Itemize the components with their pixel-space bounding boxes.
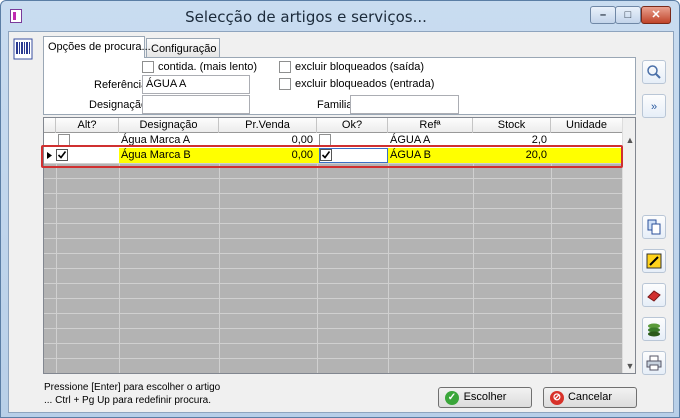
header-unidade[interactable]: Unidade — [551, 118, 622, 133]
maximize-button[interactable]: □ — [615, 6, 641, 24]
copy-icon — [647, 219, 661, 235]
referencia-field[interactable]: ÁGUA A — [142, 75, 250, 94]
excluir-saida-checkbox[interactable] — [279, 61, 291, 73]
current-row-indicator — [44, 148, 56, 163]
grid-row-line — [44, 238, 622, 239]
maximize-icon: □ — [624, 9, 632, 21]
designacao-cell: Água Marca B — [121, 149, 191, 161]
tab-label: Opções de procura... — [48, 41, 151, 53]
grid-row-line — [44, 208, 622, 209]
articles-grid: Alt? Designação Pr.Venda Ok? Refª Stock … — [43, 117, 636, 374]
header-alt[interactable]: Alt? — [56, 118, 119, 133]
status-hint-ctrl: ... Ctrl + Pg Up para redefinir procura. — [44, 395, 212, 406]
search-options-panel: contida. (mais lento) excluir bloqueados… — [43, 57, 636, 115]
escolher-label: Escolher — [463, 391, 507, 403]
stock-cell: 20,0 — [525, 149, 547, 161]
stack-icon — [648, 323, 660, 337]
stack-button[interactable] — [642, 317, 666, 341]
dialog-client: Opções de procura... Configuração contid… — [8, 31, 674, 413]
title-bar: Selecção de artigos e serviços... – □ ✕ — [1, 1, 679, 31]
excluir-entrada-checkbox[interactable] — [279, 78, 291, 90]
eraser-icon — [647, 290, 661, 302]
row-indicator — [44, 133, 56, 148]
grid-row-line — [44, 358, 622, 359]
search-icon — [647, 65, 661, 79]
tab-configuracao[interactable]: Configuração — [146, 38, 220, 58]
alt-checkbox-checked[interactable] — [56, 149, 68, 161]
close-button[interactable]: ✕ — [641, 6, 671, 24]
edit-button[interactable] — [642, 249, 666, 273]
print-button[interactable] — [642, 351, 666, 375]
search-button[interactable] — [642, 60, 666, 84]
cancelar-button[interactable]: ⊘ Cancelar — [543, 387, 637, 408]
window-title: Selecção de artigos e serviços... — [185, 8, 427, 26]
scroll-down-icon[interactable]: ▼ — [623, 359, 635, 373]
grid-row-line — [44, 298, 622, 299]
unidade-cell — [551, 133, 622, 148]
dialog-window: Selecção de artigos e serviços... – □ ✕ … — [0, 0, 680, 418]
edit-icon — [646, 253, 662, 269]
grid-row-line — [44, 313, 622, 314]
barcode-icon — [13, 38, 33, 60]
grid-row-line — [44, 223, 622, 224]
eraser-button[interactable] — [642, 283, 666, 307]
header-ok[interactable]: Ok? — [317, 118, 388, 133]
print-icon — [646, 355, 662, 371]
grid-row-line — [44, 328, 622, 329]
header-pr-venda[interactable]: Pr.Venda — [219, 118, 317, 133]
ok-cell[interactable] — [319, 133, 388, 148]
cancelar-label: Cancelar — [567, 391, 613, 403]
grid-body: Água Marca A 0,00 ÁGUA A 2,0 Água Marca … — [44, 133, 622, 373]
header-indicator-cell — [44, 118, 56, 133]
excluir-entrada-label: excluir bloqueados (entrada) — [295, 78, 435, 90]
scroll-up-icon[interactable]: ▲ — [623, 133, 635, 148]
tab-opcoes-procura[interactable]: Opções de procura... — [43, 36, 151, 58]
header-stock[interactable]: Stock — [473, 118, 551, 133]
unidade-cell — [551, 148, 622, 163]
expand-down-icon: » — [650, 101, 658, 113]
copy-button[interactable] — [642, 215, 666, 239]
familia-label: Familia — [317, 99, 353, 111]
header-ref[interactable]: Refª — [388, 118, 473, 133]
grid-row-line — [44, 343, 622, 344]
minimize-button[interactable]: – — [590, 6, 616, 24]
grid-row-line — [44, 253, 622, 254]
vertical-scrollbar[interactable]: ▲ ▼ — [622, 118, 635, 373]
contida-checkbox[interactable] — [142, 61, 154, 73]
ok-cell-editing[interactable] — [319, 148, 388, 163]
grid-row-line — [44, 163, 622, 164]
designacao-cell: Água Marca A — [121, 134, 191, 146]
stock-cell: 2,0 — [531, 134, 547, 146]
close-icon: ✕ — [651, 9, 661, 21]
grid-row-line — [44, 283, 622, 284]
grid-row-line — [44, 268, 622, 269]
contida-label: contida. (mais lento) — [158, 61, 258, 73]
minimize-icon: – — [599, 9, 607, 21]
familia-field[interactable] — [350, 95, 459, 114]
grid-row-line — [44, 193, 622, 194]
referencia-label: Referência — [94, 79, 148, 91]
ok-checkbox[interactable] — [319, 134, 331, 146]
table-row-selected[interactable]: Água Marca B 0,00 ÁGUA B 20,0 — [44, 148, 622, 163]
pr-venda-cell: 0,00 — [291, 134, 313, 146]
designacao-label: Designação — [89, 99, 148, 111]
excluir-saida-label: excluir bloqueados (saída) — [295, 61, 425, 73]
ref-cell: ÁGUA B — [390, 149, 431, 161]
ok-checkbox-checked[interactable] — [320, 149, 332, 161]
status-hint-enter: Pressione [Enter] para escolher o artigo — [44, 382, 221, 393]
grid-header: Alt? Designação Pr.Venda Ok? Refª Stock … — [44, 118, 622, 133]
header-designacao[interactable]: Designação — [119, 118, 219, 133]
expand-button[interactable]: » — [642, 94, 666, 118]
designacao-field[interactable] — [142, 95, 250, 114]
ref-cell: ÁGUA A — [390, 134, 431, 146]
alt-checkbox[interactable] — [58, 134, 70, 146]
alt-cell[interactable] — [56, 148, 119, 163]
grid-row-line — [44, 178, 622, 179]
escolher-button[interactable]: ✓ Escolher — [438, 387, 532, 408]
table-row[interactable]: Água Marca A 0,00 ÁGUA A 2,0 — [44, 133, 622, 148]
pr-venda-cell: 0,00 — [291, 149, 313, 161]
tab-label: Configuração — [151, 43, 217, 55]
alt-cell[interactable] — [58, 133, 119, 148]
